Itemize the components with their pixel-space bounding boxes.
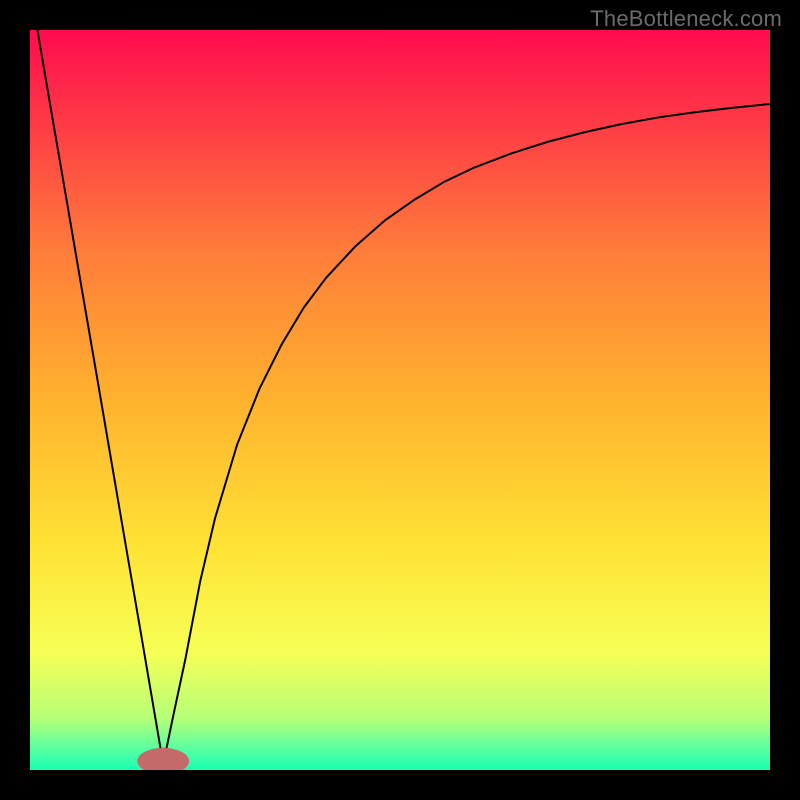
watermark-text: TheBottleneck.com — [590, 6, 782, 32]
chart-frame: TheBottleneck.com — [0, 0, 800, 800]
bottleneck-chart — [30, 30, 770, 770]
chart-background — [30, 30, 770, 770]
